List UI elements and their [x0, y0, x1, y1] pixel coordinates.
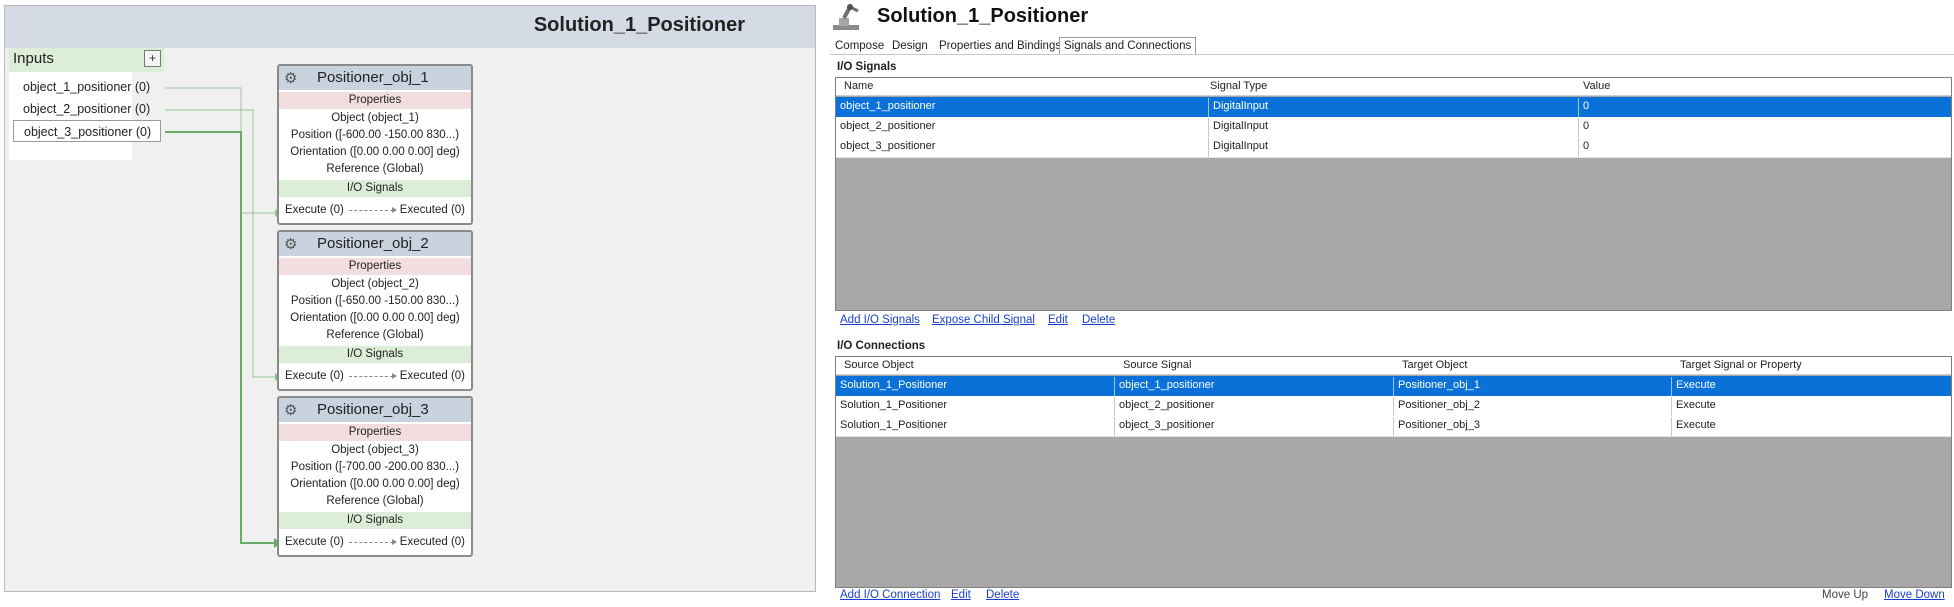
block-title: Positioner_obj_1: [317, 69, 429, 86]
block-positioner-obj-2[interactable]: ⚙ Positioner_obj_2 Properties Object (ob…: [277, 230, 473, 391]
property-object[interactable]: Object (object_1): [279, 110, 471, 127]
property-reference[interactable]: Reference (Global): [279, 327, 471, 344]
tab-compose[interactable]: Compose: [830, 37, 889, 55]
cell-name: object_2_positioner: [836, 118, 1209, 137]
wire-object-3: [165, 131, 275, 544]
cell-target-object: Positioner_obj_2: [1394, 397, 1672, 416]
positioner-icon: ⚙: [284, 236, 298, 253]
design-canvas[interactable]: Solution_1_Positioner Inputs + object_1_…: [4, 5, 816, 592]
executed-signal[interactable]: Executed (0): [400, 202, 465, 219]
executed-signal[interactable]: Executed (0): [400, 534, 465, 551]
positioner-icon: ⚙: [284, 402, 298, 419]
io-connections-title: I/O Connections: [837, 340, 926, 352]
cell-target-object: Positioner_obj_3: [1394, 417, 1672, 436]
io-connections-grid[interactable]: Source Object Source Signal Target Objec…: [835, 356, 1952, 588]
property-orientation[interactable]: Orientation ([0.00 0.00 0.00] deg): [279, 310, 471, 327]
cell-source-object: Solution_1_Positioner: [836, 377, 1115, 396]
delete-signal-link[interactable]: Delete: [1082, 314, 1115, 326]
cell-signal-type: DigitalInput: [1209, 118, 1579, 137]
property-position[interactable]: Position ([-600.00 -150.00 830...): [279, 127, 471, 144]
move-down-link[interactable]: Move Down: [1884, 589, 1945, 601]
column-source-object[interactable]: Source Object: [840, 357, 914, 374]
io-signals-header: I/O Signals: [279, 180, 471, 197]
table-row[interactable]: Solution_1_Positioner object_1_positione…: [836, 376, 1951, 397]
cell-value: 0: [1583, 140, 1590, 152]
block-positioner-obj-1[interactable]: ⚙ Positioner_obj_1 Properties Object (ob…: [277, 64, 473, 225]
cell-name: object_1_positioner: [836, 98, 1209, 117]
column-target-object[interactable]: Target Object: [1398, 357, 1467, 374]
add-io-signals-link[interactable]: Add I/O Signals: [840, 314, 920, 326]
cell-target-signal: Execute: [1676, 419, 1716, 431]
cell-target-object: Positioner_obj_1: [1394, 377, 1672, 396]
property-position[interactable]: Position ([-700.00 -200.00 830...): [279, 459, 471, 476]
cell-source-signal: object_1_positioner: [1115, 377, 1394, 396]
io-signals-title: I/O Signals: [837, 61, 897, 73]
edit-connection-link[interactable]: Edit: [951, 589, 971, 601]
wire-object-1: [165, 87, 275, 214]
property-position[interactable]: Position ([-650.00 -150.00 830...): [279, 293, 471, 310]
io-signals-header: I/O Signals: [279, 346, 471, 363]
cell-signal-type: DigitalInput: [1209, 138, 1579, 157]
io-signals-grid[interactable]: Name Signal Type Value object_1_position…: [835, 77, 1952, 311]
properties-header: Properties: [279, 424, 471, 441]
column-signal-type[interactable]: Signal Type: [1206, 78, 1267, 95]
add-io-connection-link[interactable]: Add I/O Connection: [840, 589, 940, 601]
cell-name: object_3_positioner: [836, 138, 1209, 157]
table-row[interactable]: Solution_1_Positioner object_3_positione…: [836, 416, 1951, 437]
cell-source-object: Solution_1_Positioner: [836, 417, 1115, 436]
column-value[interactable]: Value: [1579, 78, 1610, 95]
cell-target-signal: Execute: [1676, 399, 1716, 411]
editor-title: Solution_1_Positioner: [877, 5, 1089, 27]
tab-signals-and-connections[interactable]: Signals and Connections: [1059, 37, 1197, 55]
table-row[interactable]: object_2_positioner DigitalInput 0: [836, 117, 1951, 138]
column-target-signal[interactable]: Target Signal or Property: [1676, 357, 1802, 374]
cell-value: 0: [1583, 100, 1590, 112]
execute-row: Execute (0) Executed (0): [279, 534, 471, 551]
properties-header: Properties: [279, 258, 471, 275]
move-up-button[interactable]: Move Up: [1822, 589, 1868, 601]
grid-header: Name Signal Type Value: [836, 78, 1951, 96]
edit-signal-link[interactable]: Edit: [1048, 314, 1068, 326]
property-object[interactable]: Object (object_2): [279, 276, 471, 293]
property-object[interactable]: Object (object_3): [279, 442, 471, 459]
execute-signal[interactable]: Execute (0): [285, 368, 344, 385]
block-title: Positioner_obj_3: [317, 401, 429, 418]
column-name[interactable]: Name: [840, 78, 873, 95]
wire-object-2: [165, 109, 275, 378]
execute-row: Execute (0) Executed (0): [279, 202, 471, 219]
cell-source-signal: object_3_positioner: [1115, 417, 1394, 436]
properties-header: Properties: [279, 92, 471, 109]
expose-child-signal-link[interactable]: Expose Child Signal: [932, 314, 1035, 326]
dashed-arrow-icon: [349, 539, 397, 545]
table-row[interactable]: object_3_positioner DigitalInput 0: [836, 137, 1951, 158]
execute-signal[interactable]: Execute (0): [285, 202, 344, 219]
positioner-icon: ⚙: [284, 70, 298, 87]
table-row[interactable]: object_1_positioner DigitalInput 0: [836, 97, 1951, 118]
cell-value: 0: [1583, 120, 1590, 132]
cell-target-signal: Execute: [1676, 379, 1716, 391]
property-reference[interactable]: Reference (Global): [279, 161, 471, 178]
property-reference[interactable]: Reference (Global): [279, 493, 471, 510]
executed-signal[interactable]: Executed (0): [400, 368, 465, 385]
tab-properties-and-bindings[interactable]: Properties and Bindings: [934, 37, 1066, 55]
smart-component-icon: [833, 4, 859, 30]
cell-source-object: Solution_1_Positioner: [836, 397, 1115, 416]
delete-connection-link[interactable]: Delete: [986, 589, 1019, 601]
dashed-arrow-icon: [349, 373, 397, 379]
block-title: Positioner_obj_2: [317, 235, 429, 252]
tab-divider: [830, 54, 1954, 55]
io-signals-header: I/O Signals: [279, 512, 471, 529]
block-positioner-obj-3[interactable]: ⚙ Positioner_obj_3 Properties Object (ob…: [277, 396, 473, 557]
column-source-signal[interactable]: Source Signal: [1119, 357, 1192, 374]
tab-design[interactable]: Design: [887, 37, 933, 55]
cell-source-signal: object_2_positioner: [1115, 397, 1394, 416]
property-orientation[interactable]: Orientation ([0.00 0.00 0.00] deg): [279, 476, 471, 493]
grid-header: Source Object Source Signal Target Objec…: [836, 357, 1951, 375]
dashed-arrow-icon: [349, 207, 397, 213]
execute-signal[interactable]: Execute (0): [285, 534, 344, 551]
cell-signal-type: DigitalInput: [1209, 98, 1579, 117]
table-row[interactable]: Solution_1_Positioner object_2_positione…: [836, 396, 1951, 417]
execute-row: Execute (0) Executed (0): [279, 368, 471, 385]
property-orientation[interactable]: Orientation ([0.00 0.00 0.00] deg): [279, 144, 471, 161]
